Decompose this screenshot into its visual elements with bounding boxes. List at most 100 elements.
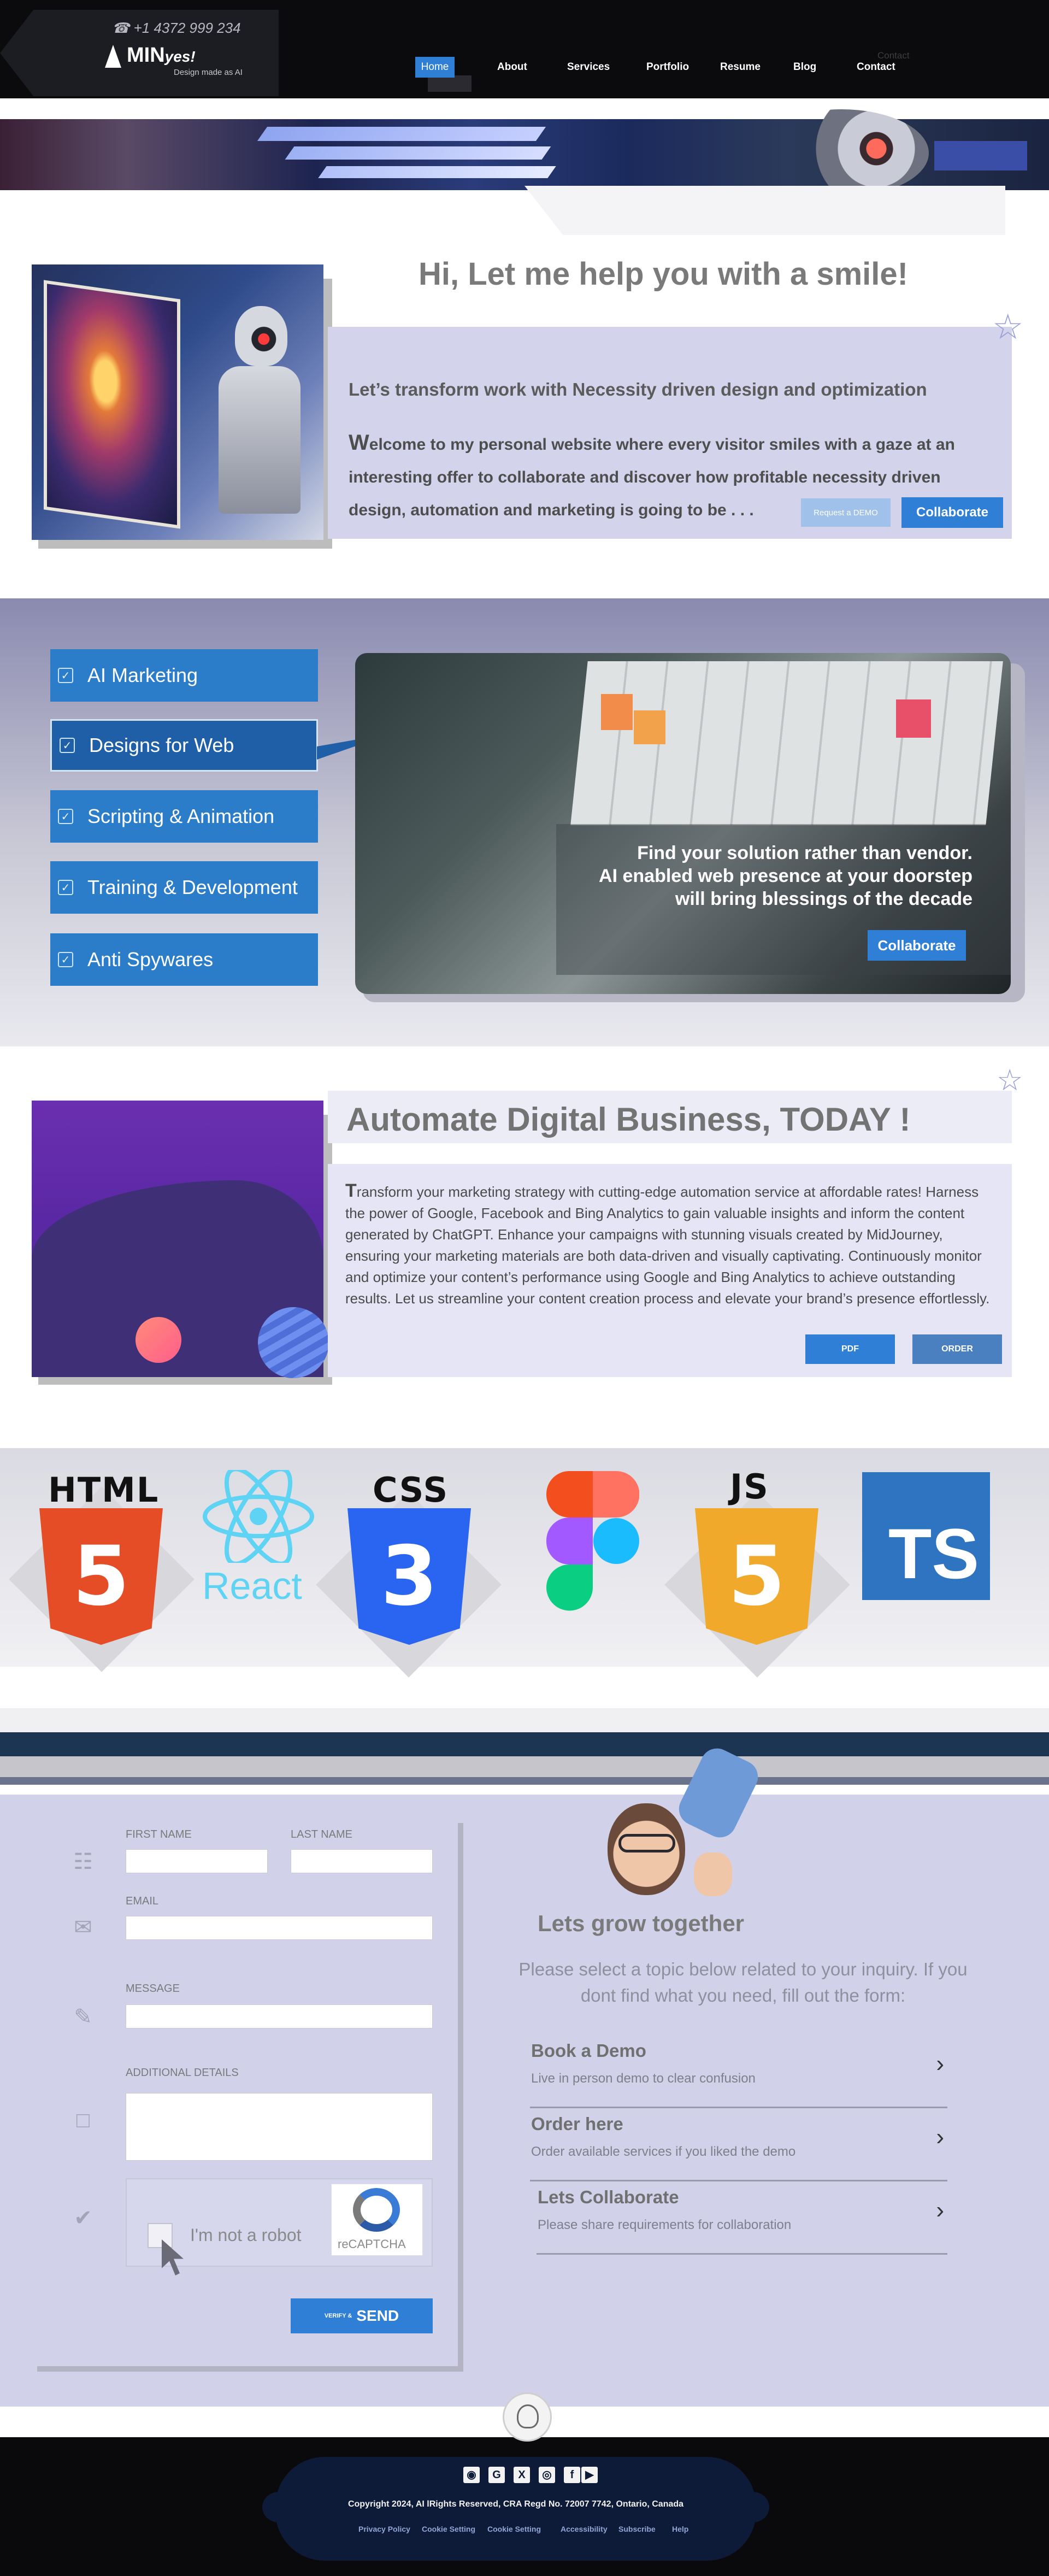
copyright-text: Copyright 2024, AI lRights Reserved, CRA… xyxy=(347,2499,684,2509)
footer-link-cookie-setting[interactable]: Cookie Setting xyxy=(422,2525,475,2533)
topic-lets-collaborate[interactable]: Lets Collaborate Please share requiremen… xyxy=(537,2181,947,2255)
contact-form xyxy=(32,1818,458,2366)
nav-contact-ghost: Contact xyxy=(877,50,910,61)
grow-subtitle: Please select a topic below related to y… xyxy=(518,1959,968,2005)
css3-icon: 3 xyxy=(347,1508,471,1645)
css-label: CSS xyxy=(373,1470,449,1510)
recaptcha-brand: reCAPTCHA xyxy=(338,2237,406,2251)
automate-title: Automate Digital Business, TODAY ! xyxy=(346,1101,911,1138)
site-logo[interactable]: MINyes! xyxy=(127,44,196,67)
send-button-small: VERIFY & xyxy=(324,2313,352,2319)
nav-resume[interactable]: Resume xyxy=(720,61,761,73)
ts-label: TS xyxy=(888,1514,979,1593)
figma-icon xyxy=(546,1471,639,1611)
banner-accent-block xyxy=(934,141,1027,170)
sticky-note xyxy=(634,710,665,744)
additional-details-field[interactable] xyxy=(126,2093,433,2161)
nav-home-shadow xyxy=(428,75,472,92)
topic-order-here[interactable]: Order here Order available services if y… xyxy=(530,2108,947,2181)
last-name-label: LAST NAME xyxy=(291,1828,352,1840)
banner-stripe xyxy=(318,166,556,178)
hero-title: Hi, Let me help you with a smile! xyxy=(419,256,908,292)
pdf-button[interactable]: PDF xyxy=(805,1334,895,1364)
email-field[interactable] xyxy=(126,1916,433,1940)
google-icon[interactable]: G xyxy=(488,2467,505,2483)
chevron-right-icon: › xyxy=(936,2124,944,2150)
caption-line: will bring blessings of the decade xyxy=(675,889,973,909)
service-label: Anti Spywares xyxy=(87,948,214,971)
robot-head xyxy=(235,306,287,366)
service-item-scripting-animation[interactable]: ✓ Scripting & Animation xyxy=(50,790,318,843)
first-name-label: FIRST NAME xyxy=(126,1828,192,1840)
instagram-icon[interactable]: ◉ xyxy=(463,2467,480,2483)
email-label: EMAIL xyxy=(126,1895,159,1907)
request-demo-button[interactable]: Request a DEMO xyxy=(801,498,891,527)
checkbox-icon: ✓ xyxy=(58,809,73,824)
topic-title: Order here xyxy=(531,2114,623,2134)
robot-body xyxy=(219,366,300,514)
contact-top-band xyxy=(0,1708,1049,1732)
recaptcha-checkbox[interactable] xyxy=(148,2223,173,2248)
react-label: React xyxy=(202,1565,302,1607)
service-item-designs-for-web[interactable]: ✓ Designs for Web xyxy=(50,719,318,772)
footer-link-cookie-setting[interactable]: Cookie Setting xyxy=(487,2525,541,2533)
banner-stripe xyxy=(285,146,551,160)
service-item-anti-spywares[interactable]: ✓ Anti Spywares xyxy=(50,933,318,986)
service-item-ai-marketing[interactable]: ✓ AI Marketing xyxy=(50,649,318,702)
recaptcha-label: I'm not a robot xyxy=(190,2225,302,2245)
x-icon[interactable]: X xyxy=(514,2467,530,2483)
chevron-right-icon: › xyxy=(936,2050,944,2077)
nav-contact[interactable]: Contact xyxy=(857,61,895,73)
nav-about[interactable]: About xyxy=(497,61,527,73)
footer-link-subscribe[interactable]: Subscribe xyxy=(618,2525,656,2533)
footer-link-help[interactable]: Help xyxy=(672,2525,688,2533)
shield-check-icon: ✔ xyxy=(74,2206,92,2230)
order-button[interactable]: ORDER xyxy=(912,1334,1002,1364)
nav-blog[interactable]: Blog xyxy=(793,61,816,73)
footer-link-privacy[interactable]: Privacy Policy xyxy=(358,2525,410,2533)
footer-emblem-icon xyxy=(517,2404,539,2428)
first-name-field[interactable] xyxy=(126,1849,268,1873)
chat-bubble-icon: □ xyxy=(76,2108,90,2132)
message-field[interactable] xyxy=(126,2004,433,2028)
checkbox-icon: ✓ xyxy=(58,952,73,967)
planet xyxy=(258,1307,329,1378)
last-name-field[interactable] xyxy=(291,1849,433,1873)
service-item-training-development[interactable]: ✓ Training & Development xyxy=(50,861,318,914)
collaborate-button[interactable]: Collaborate xyxy=(901,497,1003,528)
html-label: HTML xyxy=(48,1470,160,1510)
caption-line: AI enabled web presence at your doorstep xyxy=(599,866,973,886)
nav-services[interactable]: Services xyxy=(567,61,610,73)
logo-suffix: yes! xyxy=(164,48,196,65)
checkbox-icon: ✓ xyxy=(58,668,73,683)
checkbox-icon: ✓ xyxy=(60,738,75,753)
phone-number[interactable]: ☎ +1 4372 999 234 xyxy=(112,20,241,37)
chevron-right-icon: › xyxy=(936,2197,944,2224)
facebook-icon[interactable]: f xyxy=(564,2467,580,2483)
pencil-icon: ✎ xyxy=(74,2005,92,2029)
js-glyph: 5 xyxy=(728,1529,786,1624)
typescript-icon: TS xyxy=(862,1472,990,1600)
service-label: Designs for Web xyxy=(89,734,234,756)
nav-portfolio[interactable]: Portfolio xyxy=(646,61,689,73)
star-icon: ☆ xyxy=(992,307,1024,346)
sticky-note xyxy=(896,699,931,738)
painting-canvas xyxy=(44,280,180,529)
nav-home[interactable]: Home xyxy=(415,57,455,78)
react-icon xyxy=(203,1470,314,1563)
footer-link-accessibility[interactable]: Accessibility xyxy=(561,2525,608,2533)
youtube-icon[interactable]: ▶ xyxy=(581,2467,598,2483)
topic-book-demo[interactable]: Book a Demo Live in person demo to clear… xyxy=(530,2035,947,2108)
automate-body-text: Transform your marketing strategy with c… xyxy=(345,1180,990,1307)
service-label: Scripting & Animation xyxy=(87,805,275,827)
topic-title: Book a Demo xyxy=(531,2040,646,2061)
contact-dark-bar xyxy=(0,1732,1049,1756)
send-button[interactable]: VERIFY & SEND xyxy=(291,2298,433,2333)
caption-line: Find your solution rather than vendor. xyxy=(637,843,973,863)
collaborate-button[interactable]: Collaborate xyxy=(868,930,966,961)
topic-title: Lets Collaborate xyxy=(538,2187,679,2207)
topic-description: Live in person demo to clear confusion xyxy=(531,2071,756,2086)
contact-bar-edge xyxy=(0,1777,1049,1785)
camera-icon[interactable]: ◎ xyxy=(539,2467,555,2483)
banner-robot-image xyxy=(754,109,929,197)
